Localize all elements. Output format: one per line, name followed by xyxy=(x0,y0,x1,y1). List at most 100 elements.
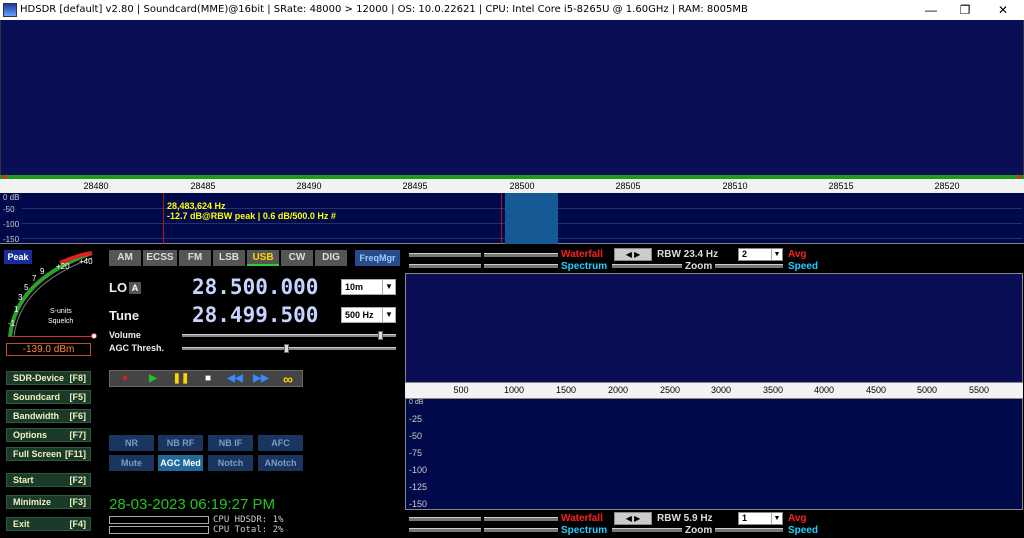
waterfall-label: Waterfall xyxy=(561,249,603,260)
volume-label: Volume xyxy=(109,330,141,340)
waterfall-spin-buttons[interactable]: ◀ ▶ xyxy=(614,248,652,261)
main-waterfall-display[interactable] xyxy=(0,20,1024,176)
speed-slider-bottom[interactable] xyxy=(715,528,783,532)
spectrum-label: Spectrum xyxy=(561,261,608,272)
zoom-slider-bottom[interactable] xyxy=(612,528,682,532)
nr-button[interactable]: NR xyxy=(109,435,154,451)
avg-value: 1 xyxy=(742,513,748,523)
agc-thresh-label: AGC Thresh. xyxy=(109,343,165,353)
peak-button[interactable]: Peak xyxy=(4,250,32,264)
waterfall-label-bottom: Waterfall xyxy=(561,513,603,524)
db-label: -100 xyxy=(3,220,20,229)
band-select[interactable]: 10m ▼ xyxy=(341,279,396,295)
anotch-button[interactable]: ANotch xyxy=(258,455,303,471)
spectrum-label-bottom: Spectrum xyxy=(561,525,608,536)
band-value: 10m xyxy=(345,282,364,292)
avg-top-select[interactable]: 2 ▼ xyxy=(738,248,783,261)
db-label: 0 dB xyxy=(409,399,424,406)
mute-button[interactable]: Mute xyxy=(109,455,154,471)
squelch-handle[interactable] xyxy=(91,333,97,339)
stop-icon[interactable]: ■ xyxy=(198,372,218,386)
waterfall-slider-3[interactable] xyxy=(409,517,481,521)
avg-bottom-select[interactable]: 1 ▼ xyxy=(738,512,783,525)
speed-slider[interactable] xyxy=(715,264,783,268)
cpu-hdsdr-bar xyxy=(109,516,209,524)
spectrum-slider-3[interactable] xyxy=(409,528,481,532)
bandwidth-button[interactable]: Bandwidth [F6] xyxy=(6,409,91,423)
freq-tick-label: 28490 xyxy=(296,181,322,191)
bandwidth-value: 500 Hz xyxy=(345,310,374,320)
waterfall-slider-4[interactable] xyxy=(484,517,558,521)
play-icon[interactable]: ▶ xyxy=(143,372,163,386)
minimize-button[interactable]: Minimize [F3] xyxy=(6,495,91,509)
frequency-scale[interactable]: 28480 28485 28490 28495 28500 28505 2851… xyxy=(0,179,1024,193)
chevron-down-icon: ▼ xyxy=(771,249,782,260)
smeter-scale-label: 1 xyxy=(14,305,19,314)
start-button[interactable]: Start [F2] xyxy=(6,473,91,487)
waterfall-slider-1[interactable] xyxy=(409,253,481,257)
audio-waterfall-display[interactable] xyxy=(405,273,1023,383)
loop-icon[interactable]: ∞ xyxy=(278,372,298,386)
mode-ecss-button[interactable]: ECSS xyxy=(143,250,177,266)
waterfall-slider-2[interactable] xyxy=(484,253,558,257)
audio-spectrum-display[interactable]: 0 dB -25 -50 -75 -100 -125 -150 xyxy=(405,398,1023,510)
full-screen-button[interactable]: Full Screen [F11] xyxy=(6,447,91,461)
freqmgr-button[interactable]: FreqMgr xyxy=(355,250,400,266)
freq-tick-label: 28515 xyxy=(828,181,854,191)
db-label: -150 xyxy=(3,235,20,244)
db-label: -50 xyxy=(409,431,423,441)
filter-bandwidth-select[interactable]: 500 Hz ▼ xyxy=(341,307,396,323)
filter-passband-marker[interactable] xyxy=(505,193,558,244)
mode-am-button[interactable]: AM xyxy=(109,250,141,266)
zoom-slider-left[interactable] xyxy=(612,264,682,268)
waterfall-spin-buttons-bottom[interactable]: ◀ ▶ xyxy=(614,512,652,525)
record-icon[interactable]: ● xyxy=(115,372,135,386)
fast-forward-icon[interactable]: ▶▶ xyxy=(251,372,271,386)
button-label: Soundcard xyxy=(13,392,61,402)
button-label: Exit xyxy=(13,519,30,529)
hotkey-label: [F3] xyxy=(69,497,87,507)
options-button[interactable]: Options [F7] xyxy=(6,428,91,442)
tune-frequency[interactable]: 28.499.500 xyxy=(192,303,318,327)
spectrum-slider-2[interactable] xyxy=(484,264,558,268)
chevron-down-icon: ▼ xyxy=(771,513,782,524)
mode-usb-button[interactable]: USB xyxy=(247,250,279,266)
rewind-icon[interactable]: ◀◀ xyxy=(225,372,245,386)
peak-marker-line xyxy=(163,193,164,244)
mode-lsb-button[interactable]: LSB xyxy=(213,250,245,266)
audio-frequency-scale[interactable]: 500 1000 1500 2000 2500 3000 3500 4000 4… xyxy=(405,383,1023,398)
notch-button[interactable]: Notch xyxy=(208,455,253,471)
button-label: Options xyxy=(13,430,47,440)
mode-cw-button[interactable]: CW xyxy=(281,250,313,266)
nb-if-button[interactable]: NB IF xyxy=(208,435,253,451)
agc-med-button[interactable]: AGC Med xyxy=(158,455,203,471)
mode-dig-button[interactable]: DIG xyxy=(315,250,347,266)
sdr-device-button[interactable]: SDR-Device [F8] xyxy=(6,371,91,385)
minimize-window-button[interactable]: — xyxy=(914,0,948,20)
audio-tick-label: 4500 xyxy=(865,385,887,395)
lo-a-badge[interactable]: A xyxy=(129,282,141,294)
agc-slider-thumb[interactable] xyxy=(284,344,290,353)
rbw-bottom-label: RBW 5.9 Hz xyxy=(657,513,713,524)
close-window-button[interactable]: ✕ xyxy=(986,0,1020,20)
maximize-window-button[interactable]: ❐ xyxy=(948,0,982,20)
db-label: -100 xyxy=(409,465,428,475)
hotkey-label: [F7] xyxy=(69,430,87,440)
squelch-slider[interactable] xyxy=(8,336,94,337)
spectrum-slider-4[interactable] xyxy=(484,528,558,532)
agc-threshold-slider[interactable] xyxy=(182,344,396,353)
rbw-top-label: RBW 23.4 Hz xyxy=(657,249,719,260)
lo-frequency[interactable]: 28.500.000 xyxy=(192,275,318,299)
volume-slider-thumb[interactable] xyxy=(378,331,384,340)
exit-button[interactable]: Exit [F4] xyxy=(6,517,91,531)
spectrum-slider-1[interactable] xyxy=(409,264,481,268)
nb-rf-button[interactable]: NB RF xyxy=(158,435,203,451)
lo-marker-line xyxy=(501,193,502,244)
soundcard-button[interactable]: Soundcard [F5] xyxy=(6,390,91,404)
volume-slider[interactable] xyxy=(182,331,396,340)
peak-frequency: 28,483,624 Hz xyxy=(167,201,226,211)
afc-button[interactable]: AFC xyxy=(258,435,303,451)
mode-fm-button[interactable]: FM xyxy=(179,250,211,266)
audio-tick-label: 4000 xyxy=(813,385,835,395)
pause-icon[interactable]: ❚❚ xyxy=(171,372,191,386)
